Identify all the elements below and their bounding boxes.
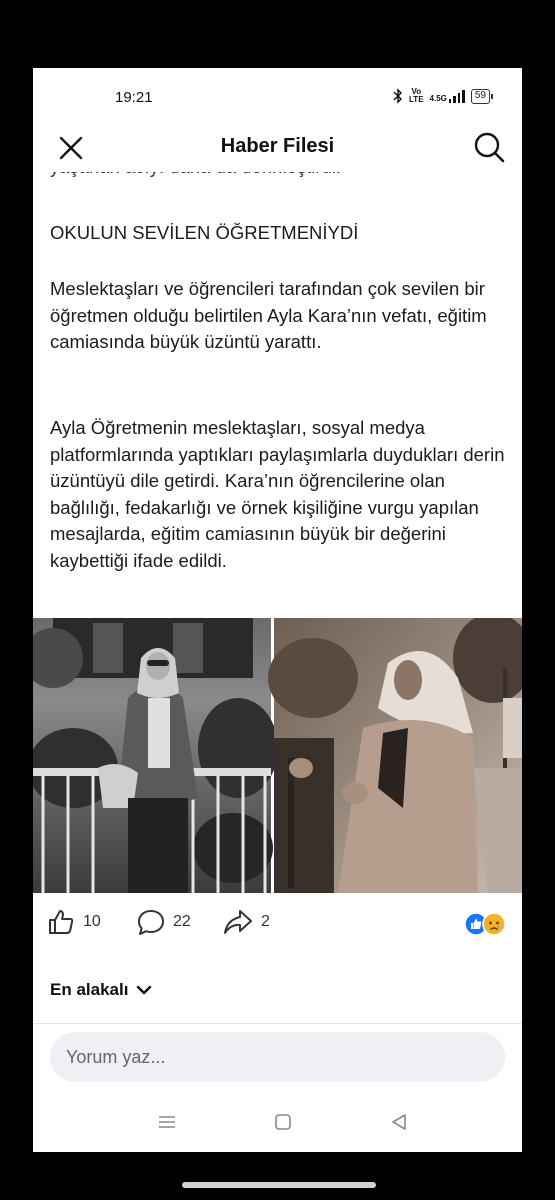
home-button[interactable] [271, 1112, 295, 1132]
page-title: Haber Filesi [220, 135, 335, 157]
divider [33, 1023, 522, 1024]
home-indicator[interactable] [182, 1182, 376, 1188]
search-button[interactable] [472, 130, 506, 164]
reaction-bar: 10 22 2 [33, 904, 522, 944]
menu-icon [159, 1116, 175, 1128]
network-indicator: 4.5G [430, 89, 465, 103]
like-button[interactable]: 10 [47, 908, 101, 936]
article-photo[interactable] [33, 618, 522, 893]
app-header: Haber Filesi [33, 122, 522, 172]
comment-box [50, 1032, 505, 1082]
comment-input[interactable] [50, 1032, 505, 1082]
article-paragraph: Ayla Öğretmenin meslektaşları, sosyal me… [50, 417, 505, 571]
teacher-photo-collage [33, 618, 522, 893]
status-icons: Vo LTE 4.5G 59 [393, 87, 494, 104]
chevron-down-icon [137, 985, 152, 995]
home-icon [275, 1114, 291, 1130]
article-heading: OKULUN SEVİLEN ÖĞRETMENİYDİ [50, 222, 359, 243]
back-button[interactable] [387, 1112, 411, 1132]
search-icon [474, 132, 505, 163]
status-bar: 19:21 Vo LTE 4.5G 59 [33, 68, 522, 122]
battery-icon: 59 [470, 88, 494, 104]
phone-screen: 19:21 Vo LTE 4.5G 59 Haber Filesi OKULUN… [33, 68, 522, 1152]
article-paragraph: Meslektaşları ve öğrencileri tarafından … [50, 278, 487, 352]
comment-icon [138, 910, 164, 935]
share-button[interactable]: 2 [223, 908, 270, 936]
status-time: 19:21 [115, 89, 153, 106]
like-count: 10 [83, 913, 101, 930]
comment-count: 22 [173, 913, 191, 930]
menu-button[interactable] [155, 1112, 179, 1132]
reaction-summary[interactable] [464, 912, 506, 936]
volte-indicator: Vo LTE [409, 87, 424, 104]
share-count: 2 [261, 913, 270, 930]
thumbs-up-icon [49, 910, 74, 934]
sad-reaction-icon [482, 912, 506, 936]
system-nav-bar [33, 1098, 522, 1144]
back-icon [392, 1114, 406, 1130]
bluetooth-icon [393, 88, 403, 104]
signal-icon [448, 89, 465, 103]
comment-sort-dropdown[interactable]: En alakalı [50, 980, 152, 1000]
comment-button[interactable]: 22 [137, 908, 191, 936]
share-icon [224, 910, 252, 934]
sort-label: En alakalı [50, 980, 129, 999]
